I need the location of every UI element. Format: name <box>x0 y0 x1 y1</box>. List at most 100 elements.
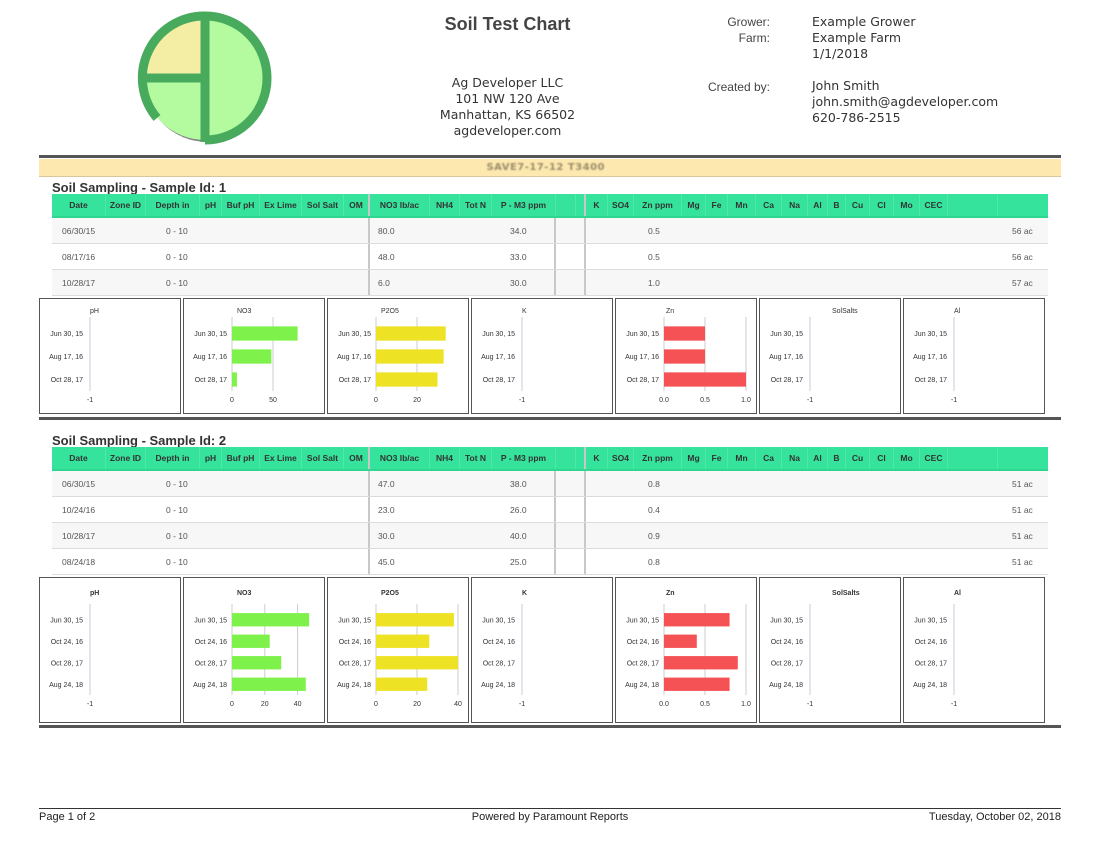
table-row: 10/28/17 0 - 10 30.0 40.0 0.9 51 ac <box>52 523 1048 549</box>
column-header[interactable]: Al <box>808 194 828 216</box>
column-header[interactable]: Na <box>782 447 808 469</box>
column-separator <box>584 270 586 295</box>
company-info: Ag Developer LLC 101 NW 120 Ave Manhatta… <box>400 75 615 139</box>
column-header[interactable]: CEC <box>920 447 948 469</box>
column-header[interactable]: Ca <box>756 447 782 469</box>
column-header[interactable]: Ex Lime <box>260 447 302 469</box>
column-header[interactable]: B <box>828 447 846 469</box>
column-header[interactable]: Mg <box>682 447 706 469</box>
cell-acres: 57 ac <box>1012 277 1033 288</box>
column-header[interactable]: pH <box>200 447 222 469</box>
cell-date: 06/30/15 <box>62 478 96 489</box>
column-header[interactable]: Na <box>782 194 808 216</box>
column-header[interactable]: Date <box>52 194 106 216</box>
column-header[interactable]: P - M3 ppm <box>492 447 556 469</box>
column-header[interactable]: Zn ppm <box>634 447 682 469</box>
column-header[interactable]: SO4 <box>608 194 634 216</box>
column-header[interactable] <box>948 194 998 216</box>
category-label: Aug 17, 16 <box>481 354 515 361</box>
column-header[interactable] <box>576 447 586 469</box>
column-header[interactable]: OM <box>344 194 370 216</box>
column-header[interactable]: Buf pH <box>222 447 260 469</box>
chart-title: K <box>522 308 527 315</box>
column-header[interactable]: NO3 lb/ac <box>370 194 430 216</box>
category-label: Oct 28, 17 <box>483 660 515 667</box>
bar-no3 <box>232 677 306 691</box>
column-separator <box>368 549 370 574</box>
column-header[interactable]: Zone ID <box>106 194 146 216</box>
farm-label: Farm: <box>738 31 770 45</box>
column-header[interactable]: Buf pH <box>222 194 260 216</box>
cell-no3: 80.0 <box>378 225 395 236</box>
column-header[interactable]: Sol Salt <box>302 194 344 216</box>
column-header[interactable]: NH4 <box>430 194 460 216</box>
column-header[interactable]: Mg <box>682 194 706 216</box>
column-header[interactable]: B <box>828 194 846 216</box>
bar-p2o5 <box>376 634 430 648</box>
column-header[interactable]: K <box>586 447 608 469</box>
category-label: Oct 24, 16 <box>627 639 659 646</box>
column-header[interactable]: Ca <box>756 194 782 216</box>
tick-label: 20 <box>261 701 269 708</box>
column-header[interactable]: Depth in <box>146 194 200 216</box>
cell-acres: 51 ac <box>1012 478 1033 489</box>
column-header[interactable]: Depth in <box>146 447 200 469</box>
chart-k: K-10Jun 30, 15Oct 24, 16Oct 28, 17Aug 24… <box>471 577 613 723</box>
column-header[interactable]: K <box>586 194 608 216</box>
column-header[interactable]: CEC <box>920 194 948 216</box>
tick-label: 1.0 <box>741 397 751 404</box>
column-header[interactable]: NH4 <box>430 447 460 469</box>
company-address-1: 101 NW 120 Ave <box>455 91 560 106</box>
tick-label: 0 <box>230 397 234 404</box>
column-header[interactable] <box>576 194 586 216</box>
column-header[interactable]: Cu <box>846 447 870 469</box>
banner: SAVE7-17-12 T3400 <box>39 159 1061 177</box>
chart-p2o5: P2O5 0 20 40 Jun 30, 15 Oct 24, 16 Oct 28, 17 A… <box>327 577 469 723</box>
column-header[interactable]: Mn <box>728 447 756 469</box>
sample-2-table: Date Zone ID Depth in pH Buf pH Ex Lime Sol Sa… <box>52 447 1048 575</box>
column-header[interactable]: Tot N <box>460 447 492 469</box>
table-row: 06/30/15 0 - 10 80.0 34.0 0.5 56 ac <box>52 218 1048 244</box>
category-label: Aug 17, 16 <box>49 354 83 361</box>
column-header[interactable]: NO3 lb/ac <box>370 447 430 469</box>
column-header[interactable]: Mn <box>728 194 756 216</box>
column-header[interactable]: Zn ppm <box>634 194 682 216</box>
column-header[interactable]: Fe <box>706 447 728 469</box>
column-header[interactable] <box>556 447 576 469</box>
column-header[interactable]: Date <box>52 447 106 469</box>
column-header[interactable] <box>556 194 576 216</box>
column-header[interactable]: Tot N <box>460 194 492 216</box>
cell-p: 34.0 <box>510 225 527 236</box>
category-label: Jun 30, 15 <box>482 617 515 624</box>
column-header[interactable]: Al <box>808 447 828 469</box>
cell-p: 26.0 <box>510 504 527 515</box>
category-label: Aug 24, 18 <box>193 682 227 689</box>
column-header[interactable] <box>948 447 998 469</box>
chart-title: pH <box>90 308 99 315</box>
column-header[interactable]: OM <box>344 447 370 469</box>
cell-acres: 51 ac <box>1012 556 1033 567</box>
bar-zn <box>664 677 730 691</box>
cell-acres: 51 ac <box>1012 504 1033 515</box>
column-header[interactable]: pH <box>200 194 222 216</box>
column-header[interactable]: Mo <box>894 447 920 469</box>
column-header[interactable]: Cl <box>870 194 894 216</box>
column-header[interactable]: SO4 <box>608 447 634 469</box>
tick-label: 20 <box>413 701 421 708</box>
column-header[interactable]: Mo <box>894 194 920 216</box>
column-header[interactable]: P - M3 ppm <box>492 194 556 216</box>
column-header[interactable]: Cl <box>870 447 894 469</box>
chart-zn: Zn 0.0 0.5 1.0 Jun 30, 15 Oct 24, 16 Oct 28, 1… <box>615 577 757 723</box>
column-header[interactable]: Sol Salt <box>302 447 344 469</box>
column-separator <box>584 523 586 548</box>
column-header[interactable]: Cu <box>846 194 870 216</box>
chart-zn: Zn 0.0 0.5 1.0 Jun 30, 15 Aug 17, 16 Oct 28, 1… <box>615 298 757 414</box>
category-label: Aug 24, 18 <box>769 682 803 689</box>
chart-title: Zn <box>666 590 675 597</box>
column-header[interactable]: Ex Lime <box>260 194 302 216</box>
tick-label: 0.5 <box>700 397 710 404</box>
created-by-label: Created by: <box>707 80 770 94</box>
bar-zn <box>664 634 697 648</box>
column-header[interactable]: Fe <box>706 194 728 216</box>
column-header[interactable]: Zone ID <box>106 447 146 469</box>
